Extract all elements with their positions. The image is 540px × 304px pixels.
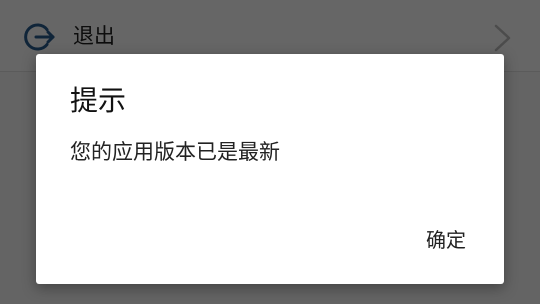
- dialog-title: 提示: [70, 84, 127, 117]
- alert-dialog: 提示 您的应用版本已是最新 确定: [36, 54, 504, 284]
- screen: 退出 提示 您的应用版本已是最新 确定: [0, 0, 540, 304]
- confirm-button[interactable]: 确定: [406, 220, 486, 260]
- dialog-message: 您的应用版本已是最新: [70, 140, 280, 164]
